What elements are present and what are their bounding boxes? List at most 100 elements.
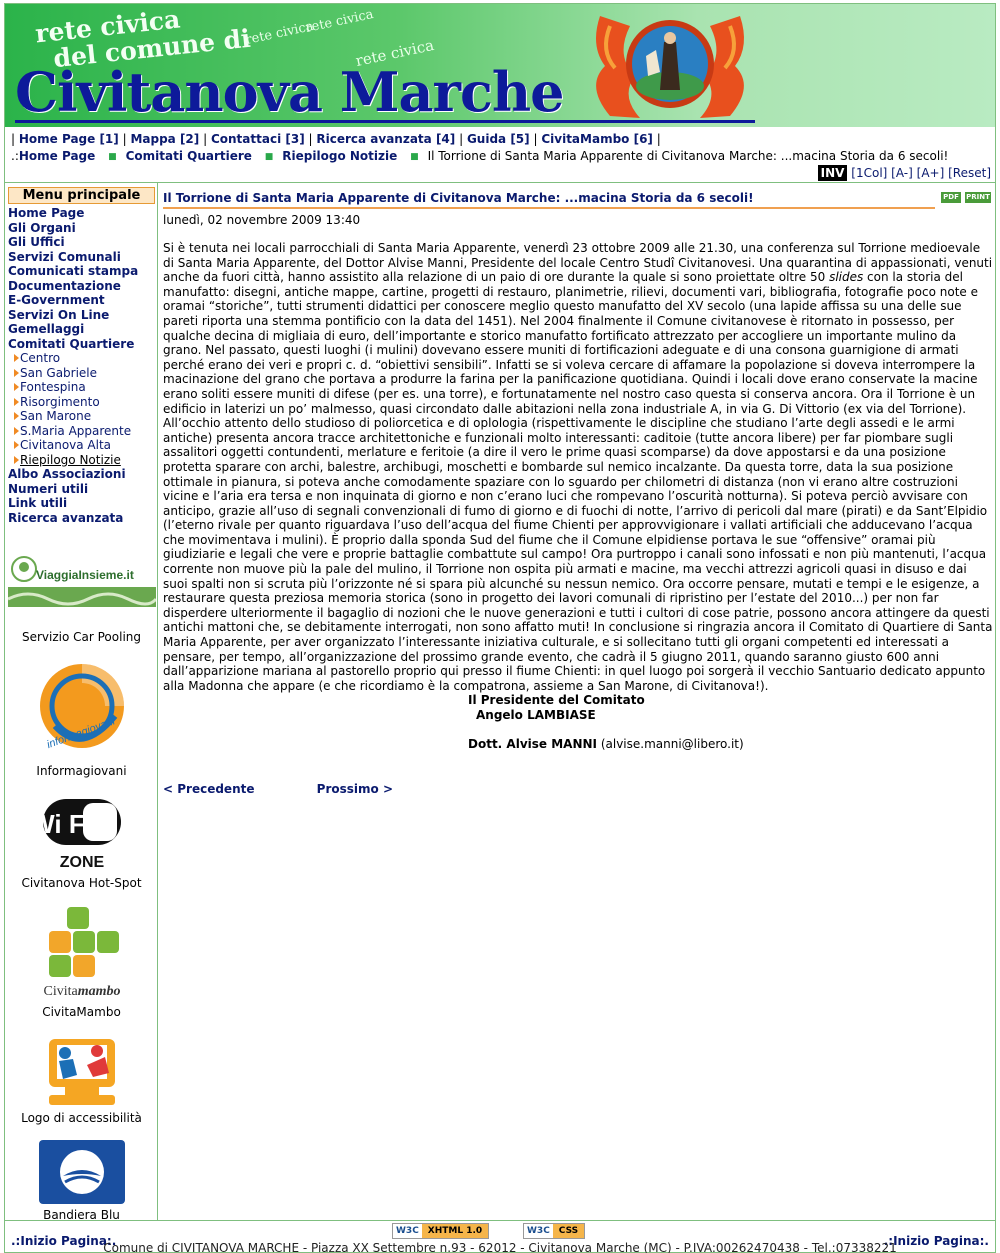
carpool-label[interactable]: Servizio Car Pooling (5, 630, 158, 644)
arrow-right-icon (14, 397, 19, 406)
menu-subitem[interactable]: Fontespina (8, 380, 138, 395)
wifi-zone-text: ZONE (59, 854, 104, 871)
font-larger-button[interactable]: [A+] (917, 166, 945, 180)
viaggiainsieme-banner[interactable]: ViaggiaInsieme.it (5, 555, 158, 610)
topnav-mappa[interactable]: Mappa [2] (130, 132, 199, 146)
menu-item[interactable]: Comunicati stampa (8, 264, 138, 279)
breadcrumb-comitati[interactable]: Comitati Quartiere (126, 149, 252, 163)
informagiovani-banner[interactable]: informagiovani (5, 656, 158, 767)
menu-item-label: Numeri utili (8, 481, 89, 496)
menu-item[interactable]: Link utili (8, 496, 138, 511)
topnav-contattaci[interactable]: Contattaci [3] (211, 132, 305, 146)
menu-item[interactable]: Gli Uffici (8, 235, 138, 250)
breadcrumb-separator-icon: ■ (264, 152, 274, 162)
menu-item-label: Albo Associazioni (8, 467, 126, 481)
menu-item-label: Gemellaggi (8, 322, 85, 336)
menu-item-label: E-Government (8, 293, 105, 307)
signature-email[interactable]: (alvise.manni@libero.it) (601, 737, 744, 751)
menu-item-label: Civitanova Alta (20, 438, 112, 452)
menu-item-label: Home Page (8, 206, 85, 220)
viaggiainsieme-logo-text: ViaggiaInsieme.it (36, 568, 134, 582)
wifi-logo-text: Wi Fi (35, 809, 92, 839)
article-date: lunedì, 02 novembre 2009 13:40 (163, 213, 361, 227)
menu-title: Menu principale (8, 187, 155, 204)
topnav-civitamambo[interactable]: CivitaMambo [6] (541, 132, 653, 146)
menu-item-label: Risorgimento (20, 394, 100, 409)
arrow-right-icon (14, 455, 19, 464)
inverse-contrast-button[interactable]: INV (817, 165, 848, 181)
menu-item[interactable]: Comitati Quartiere (8, 337, 138, 352)
menu-item[interactable]: E-Government (8, 293, 138, 308)
font-reset-button[interactable]: [Reset] (948, 166, 991, 180)
menu-item[interactable]: Servizi Comunali (8, 250, 138, 265)
hotspot-label[interactable]: Civitanova Hot-Spot (5, 876, 158, 890)
menu-item[interactable]: Ricerca avanzata (8, 511, 138, 526)
print-icon[interactable]: PRINT (965, 192, 991, 203)
w3c-css-badge[interactable]: W3C CSS (523, 1223, 586, 1239)
breadcrumb-separator-icon: ■ (410, 152, 419, 162)
menu-item[interactable]: Albo Associazioni (8, 467, 138, 482)
previous-link[interactable]: < Precedente (163, 782, 254, 796)
bandiera-blu-banner[interactable] (5, 1138, 158, 1209)
article-body: Si è tenuta nei locali parrocchiali di S… (163, 241, 993, 693)
font-smaller-button[interactable]: [A-] (891, 166, 913, 180)
breadcrumb-riepilogo[interactable]: Riepilogo Notizie (282, 149, 397, 163)
informagiovani-logo-icon: informagiovani (39, 664, 124, 751)
civitamambo-label[interactable]: CivitaMambo (5, 1005, 158, 1019)
article-signature: Il Presidente del Comitato Angelo LAMBIA… (468, 693, 744, 752)
menu-item[interactable]: Numeri utili (8, 482, 138, 497)
wifi-banner[interactable]: Wi Fi ZONE (5, 791, 158, 874)
top-navigation: | Home Page [1] | Mappa [2] | Contattaci… (11, 132, 661, 146)
viaggiainsieme-logo-icon: ViaggiaInsieme.it (6, 556, 157, 607)
civitamambo-logo-text: Civitamambo (43, 984, 120, 999)
signature-author: Dott. Alvise MANNI (468, 737, 597, 752)
menu-subitem[interactable]: San Gabriele (8, 366, 138, 381)
arrow-right-icon (14, 412, 19, 420)
civitamambo-banner[interactable]: Civitamambo (5, 903, 158, 1002)
city-crest-icon (596, 16, 744, 118)
next-link[interactable]: Prossimo > (317, 782, 393, 796)
menu-item-label: Ricerca avanzata (8, 510, 124, 525)
menu-item[interactable]: Gli Organi (8, 221, 138, 236)
accessibility-label[interactable]: Logo di accessibilità (5, 1111, 158, 1125)
signature-name: Angelo LAMBIASE (476, 707, 596, 722)
menu-item[interactable]: Servizi On Line (8, 308, 138, 323)
topnav-home[interactable]: Home Page [1] (19, 132, 119, 146)
menu-subitem[interactable]: San Marone (8, 409, 138, 424)
menu-item[interactable]: Documentazione (8, 279, 138, 294)
pdf-icon[interactable]: PDF (941, 192, 961, 203)
menu-item-label: Servizi Comunali (8, 249, 121, 264)
menu-subitem[interactable]: S.Maria Apparente (8, 424, 138, 439)
accessibility-banner[interactable] (5, 1031, 158, 1114)
breadcrumb-separator-icon: ■ (108, 152, 117, 162)
menu-subitem[interactable]: Civitanova Alta (8, 438, 138, 453)
blue-flag-icon (38, 1140, 125, 1204)
menu-item[interactable]: Home Page (8, 206, 138, 221)
w3c-xhtml-badge[interactable]: W3C XHTML 1.0 (392, 1223, 490, 1239)
arrow-right-icon (14, 383, 19, 391)
menu-item-label: Comunicati stampa (8, 264, 139, 278)
main-menu: Home Page Gli Organi Gli Uffici Servizi Com… (8, 206, 138, 525)
topnav-guida[interactable]: Guida [5] (467, 132, 530, 146)
article-pager: < Precedente Prossimo > (163, 782, 393, 796)
article-paragraph: All’occhio attento dello studioso di pol… (163, 416, 993, 693)
header-city-title: Civitanova Marche (15, 60, 564, 124)
menu-item-label: Link utili (8, 496, 68, 510)
menu-subitem[interactable]: Riepilogo Notizie (8, 453, 138, 468)
header-banner[interactable]: rete civica del comune di rete civica re… (5, 4, 995, 127)
footer-address: Comune di CIVITANOVA MARCHE - Piazza XX … (103, 1241, 897, 1253)
divider (5, 1220, 995, 1221)
breadcrumb: .:Home Page ■ Comitati Quartiere ■ Riepilo… (11, 149, 948, 163)
header-small-text: rete civica (304, 6, 375, 37)
menu-item-label: Centro (20, 351, 61, 365)
one-column-button[interactable]: [1Col] (851, 166, 887, 180)
page-frame: rete civica del comune di rete civica re… (4, 3, 996, 1253)
informagiovani-label[interactable]: Informagiovani (5, 764, 158, 778)
menu-item[interactable]: Gemellaggi (8, 322, 138, 337)
font-controls: INV [1Col] [A-] [A+] [Reset] (817, 165, 991, 181)
topnav-ricerca[interactable]: Ricerca avanzata [4] (316, 132, 455, 146)
menu-subitem[interactable]: Centro (8, 351, 138, 366)
menu-subitem[interactable]: Risorgimento (8, 395, 138, 410)
menu-item-label: Documentazione (8, 278, 121, 293)
breadcrumb-home[interactable]: Home Page (19, 149, 95, 163)
